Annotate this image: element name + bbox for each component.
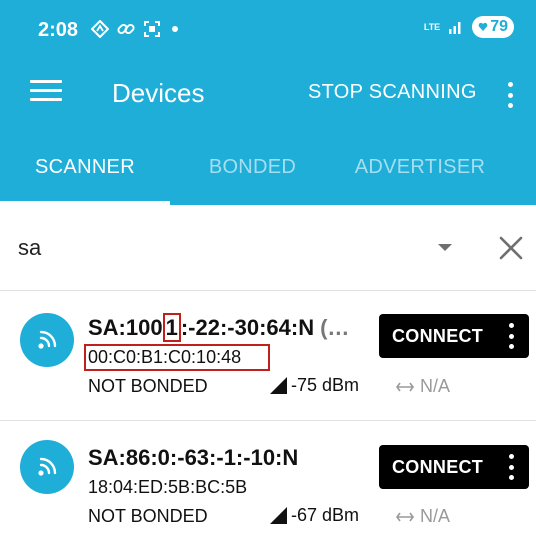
page-title: Devices xyxy=(112,78,205,108)
device-name: SA:100 1:-22:-30:64:N (… xyxy=(88,313,350,342)
signal-icon xyxy=(270,507,287,524)
bond-state: NOT BONDED xyxy=(88,376,208,396)
device-row[interactable]: SA:100 1:-22:-30:64:N (… 00:C0:B1:C0:10:48… xyxy=(0,291,536,421)
tab-scanner[interactable]: SCANNER xyxy=(0,130,170,205)
notification-dot xyxy=(172,26,178,32)
signal-icon xyxy=(270,377,287,394)
signal-strength: -67 dBm xyxy=(270,505,359,526)
tab-bonded[interactable]: BONDED xyxy=(170,130,335,205)
bluetooth-device-icon xyxy=(20,313,74,367)
device-name: SA:86:0:-63:-1:-10:N xyxy=(88,445,299,470)
connect-button[interactable]: CONNECT xyxy=(379,445,529,489)
device-mac: 00:C0:B1:C0:10:48 xyxy=(88,347,242,367)
interval-arrows-icon xyxy=(396,512,414,521)
interval-value: N/A xyxy=(420,506,451,526)
battery-icon: 79 xyxy=(472,16,514,38)
bond-state: NOT BONDED xyxy=(88,506,208,526)
rssi-value: -75 dBm xyxy=(291,375,360,395)
device-row[interactable]: SA:86:0:-63:-1:-10:N 18:04:ED:5B:BC:5B N… xyxy=(0,421,536,543)
connect-button[interactable]: CONNECT xyxy=(379,314,529,358)
interval-arrows-icon xyxy=(396,382,414,391)
signal-strength: -75 dBm xyxy=(270,375,359,396)
tab-advertiser[interactable]: ADVERTISER xyxy=(335,130,505,205)
highlighted-character: 1 xyxy=(162,313,181,342)
location-icon xyxy=(90,18,110,40)
interval-value: N/A xyxy=(420,376,451,396)
bluetooth-device-icon xyxy=(20,440,74,494)
more-vertical-icon[interactable] xyxy=(509,454,515,480)
more-vertical-icon[interactable] xyxy=(500,78,520,112)
screenshot-icon xyxy=(142,18,162,40)
status-time: 2:08 xyxy=(38,19,79,41)
battery-level: 79 xyxy=(490,18,508,35)
filter-input[interactable] xyxy=(18,231,398,265)
status-right: LTE 79 xyxy=(424,16,514,38)
rssi-value: -67 dBm xyxy=(291,505,360,525)
link-icon xyxy=(116,18,136,40)
device-name-suffix: (… xyxy=(320,315,350,340)
stop-scanning-button[interactable]: STOP SCANNING xyxy=(308,81,477,104)
advertising-interval: N/A xyxy=(396,506,450,527)
connect-button-label: CONNECT xyxy=(392,456,484,477)
status-bar: 2:08 LTE 79 xyxy=(0,0,536,60)
connect-button-label: CONNECT xyxy=(392,325,484,346)
app-bar: Devices STOP SCANNING xyxy=(0,60,536,130)
network-type: LTE xyxy=(423,21,441,32)
tab-bar: SCANNER BONDED ADVERTISER xyxy=(0,130,536,205)
menu-icon[interactable] xyxy=(30,80,62,108)
more-vertical-icon[interactable] xyxy=(509,323,515,349)
signal-bars-icon xyxy=(446,16,466,38)
filter-row xyxy=(0,205,536,290)
device-mac: 18:04:ED:5B:BC:5B xyxy=(88,477,248,497)
advertising-interval: N/A xyxy=(396,376,450,397)
dropdown-arrow-icon[interactable] xyxy=(438,244,452,251)
device-name-end: :-22:-30:64:N xyxy=(180,315,315,340)
status-icons xyxy=(90,18,178,40)
clear-icon[interactable] xyxy=(498,235,524,261)
device-name-start: SA:100 xyxy=(88,315,163,340)
